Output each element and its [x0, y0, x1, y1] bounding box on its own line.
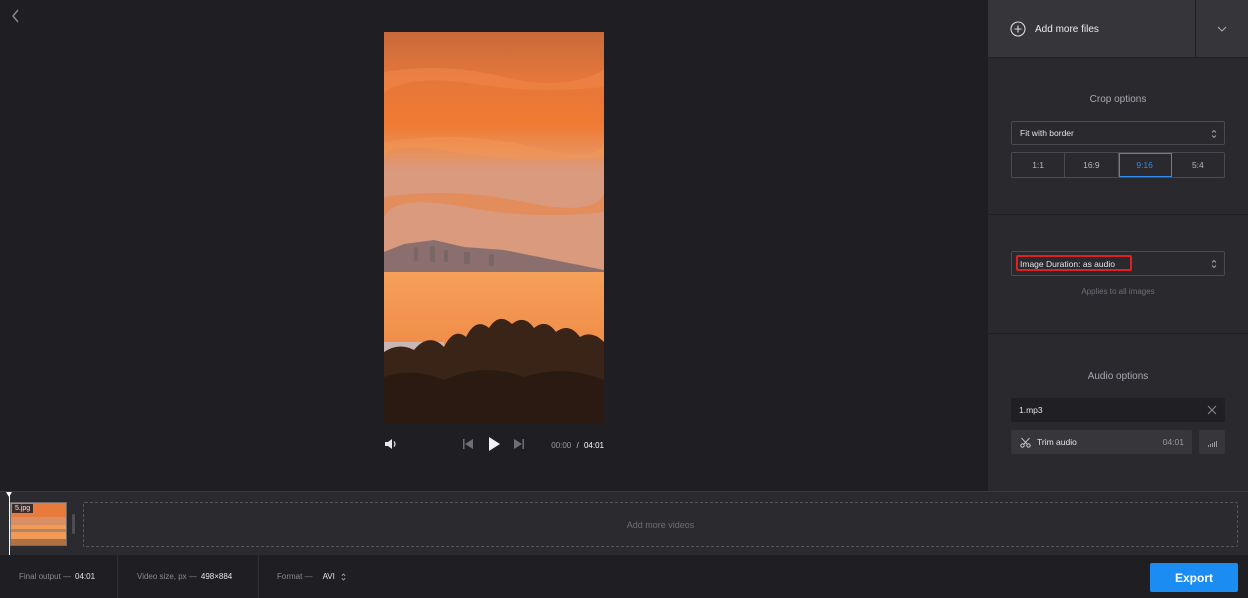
- total-time: 04:01: [583, 441, 604, 450]
- audio-options-title: Audio options: [1087, 371, 1149, 382]
- ratio-16-9-button[interactable]: 16:9: [1065, 153, 1119, 177]
- section-divider: [988, 214, 1248, 215]
- clip-resize-handle[interactable]: [72, 514, 75, 534]
- section-divider: [988, 333, 1248, 334]
- clip-filename: 5.jpg: [12, 504, 34, 513]
- crop-options-title: Crop options: [1089, 94, 1147, 105]
- add-more-files-label: Add more files: [1035, 23, 1099, 35]
- final-output-label: Final output —: [19, 572, 72, 581]
- play-button[interactable]: [487, 436, 501, 455]
- select-arrows-icon: [1211, 129, 1217, 139]
- select-arrows-icon[interactable]: [341, 572, 346, 582]
- timeline-clip[interactable]: 5.jpg: [10, 502, 67, 546]
- chevron-left-icon: [12, 9, 19, 23]
- volume-icon: [385, 439, 396, 449]
- format-label: Format —: [277, 572, 313, 581]
- video-size-value: 498×884: [200, 572, 233, 581]
- next-icon: [514, 439, 524, 449]
- duration-hint: Applies to all images: [1081, 287, 1155, 296]
- stat-divider: [258, 555, 259, 598]
- video-preview: [384, 32, 604, 423]
- preview-area: 00:00 / 04:01: [0, 0, 988, 491]
- format-stat: Format — AVI: [277, 555, 346, 598]
- add-more-videos-label: Add more videos: [626, 519, 695, 530]
- next-button[interactable]: [513, 437, 525, 454]
- aspect-ratio-group: 1:1 16:9 9:16 5:4: [1011, 152, 1225, 178]
- trim-audio-label: Trim audio: [1037, 437, 1077, 447]
- select-arrows-icon: [1211, 259, 1217, 269]
- final-output-stat: Final output — 04:01: [19, 555, 95, 598]
- ratio-1-1-button[interactable]: 1:1: [1012, 153, 1066, 177]
- fit-mode-select[interactable]: Fit with border: [1011, 121, 1225, 145]
- signal-bars-icon: [1207, 441, 1217, 447]
- audio-file-name: 1.mp3: [1019, 405, 1043, 415]
- plus-circle-icon: [1010, 21, 1026, 37]
- stat-divider: [117, 555, 118, 598]
- add-more-videos-dropzone[interactable]: Add more videos: [83, 502, 1238, 547]
- previous-button[interactable]: [462, 437, 474, 454]
- export-button[interactable]: Export: [1150, 563, 1238, 592]
- timeline: 5.jpg Add more videos: [0, 491, 1248, 556]
- audio-volume-button[interactable]: [1199, 430, 1225, 454]
- play-icon: [489, 437, 500, 451]
- options-sidebar: Add more files Crop options Fit with bor…: [988, 0, 1248, 491]
- trim-duration: 04:01: [1162, 437, 1184, 447]
- playhead-knob[interactable]: [6, 492, 12, 497]
- format-value[interactable]: AVI: [323, 572, 335, 581]
- ratio-9-16-button[interactable]: 9:16: [1118, 153, 1172, 177]
- image-duration-select[interactable]: Image Duration: as audio: [1011, 251, 1225, 276]
- add-more-files-button[interactable]: Add more files: [988, 0, 1196, 58]
- video-size-stat: Video size, px — 498×884: [137, 555, 232, 598]
- player-controls: 00:00 / 04:01: [384, 437, 604, 457]
- final-output-value: 04:01: [75, 572, 96, 581]
- previous-icon: [463, 439, 473, 449]
- fit-mode-value: Fit with border: [1020, 128, 1074, 138]
- chevron-down-icon: [1217, 26, 1227, 32]
- sunset-lake-image: [384, 32, 604, 423]
- ratio-5-4-button[interactable]: 5:4: [1172, 153, 1224, 177]
- trim-audio-button[interactable]: Trim audio 04:01: [1011, 430, 1192, 454]
- add-files-dropdown-toggle[interactable]: [1196, 0, 1248, 58]
- bottom-bar: Final output — 04:01 Video size, px — 49…: [0, 555, 1248, 598]
- time-separator: /: [576, 441, 579, 450]
- audio-file-item: 1.mp3: [1011, 398, 1225, 422]
- volume-button[interactable]: [384, 437, 398, 454]
- current-time: 00:00: [551, 441, 572, 450]
- close-icon[interactable]: [1207, 405, 1217, 415]
- back-button[interactable]: [6, 6, 26, 26]
- image-duration-value: Image Duration: as audio: [1020, 258, 1115, 269]
- video-size-label: Video size, px —: [137, 572, 197, 581]
- time-readout: 00:00 / 04:01: [551, 441, 604, 450]
- add-files-bar: Add more files: [988, 0, 1248, 58]
- scissors-icon: [1020, 437, 1031, 448]
